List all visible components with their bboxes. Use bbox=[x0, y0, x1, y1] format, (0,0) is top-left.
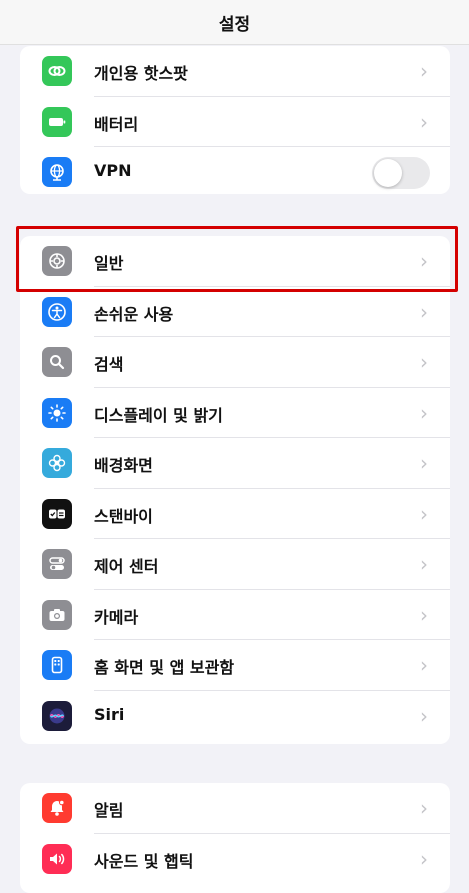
camera-icon bbox=[42, 599, 72, 630]
settings-row-label: 배경화면 bbox=[94, 456, 153, 475]
toggle-knob bbox=[374, 159, 402, 187]
vpn-toggle[interactable] bbox=[372, 157, 430, 189]
settings-row-control-center[interactable]: 제어 센터 › bbox=[20, 539, 450, 590]
chevron-right-icon: › bbox=[420, 602, 428, 627]
settings-row-home-screen[interactable]: 홈 화면 및 앱 보관함 › bbox=[20, 640, 450, 691]
settings-group-connectivity: 개인용 핫스팟 › 배터리 › VPN bbox=[20, 46, 450, 194]
accessibility-icon bbox=[42, 296, 72, 327]
settings-row-label: Siri bbox=[94, 704, 125, 724]
chevron-right-icon: › bbox=[420, 400, 428, 425]
settings-row-label: VPN bbox=[94, 161, 132, 180]
navigation-bar: 설정 bbox=[0, 0, 469, 45]
settings-row-hotspot[interactable]: 개인용 핫스팟 › bbox=[20, 46, 450, 97]
settings-row-standby[interactable]: 스탠바이 › bbox=[20, 489, 450, 539]
settings-row-search[interactable]: 검색 › bbox=[20, 337, 450, 388]
chevron-right-icon: › bbox=[420, 109, 428, 134]
settings-row-accessibility[interactable]: 손쉬운 사용 › bbox=[20, 287, 450, 337]
settings-row-siri[interactable]: Siri › bbox=[20, 691, 450, 742]
settings-row-notifications[interactable]: 알림 › bbox=[20, 783, 450, 834]
settings-row-display-brightness[interactable]: 디스플레이 및 밝기 › bbox=[20, 388, 450, 438]
search-icon bbox=[42, 347, 72, 377]
brightness-icon bbox=[42, 397, 72, 428]
chevron-right-icon: › bbox=[420, 552, 428, 576]
settings-row-wallpaper[interactable]: 배경화면 › bbox=[20, 438, 450, 489]
control-center-icon bbox=[42, 549, 72, 579]
home-screen-icon bbox=[42, 650, 72, 680]
chevron-right-icon: › bbox=[420, 703, 428, 728]
siri-icon bbox=[42, 700, 72, 731]
page-title: 설정 bbox=[218, 15, 251, 35]
settings-group-general: 일반 › 손쉬운 사용 › 검색 › 디스플레이 및 밝기 › 배경화면 › 스… bbox=[20, 236, 450, 744]
chevron-right-icon: › bbox=[420, 846, 428, 871]
wallpaper-flower-icon bbox=[42, 448, 72, 478]
settings-row-label: 카메라 bbox=[94, 607, 139, 627]
settings-row-label: 개인용 핫스팟 bbox=[94, 64, 188, 83]
chevron-right-icon: › bbox=[420, 299, 428, 324]
chevron-right-icon: › bbox=[420, 249, 428, 273]
settings-row-battery[interactable]: 배터리 › bbox=[20, 97, 450, 147]
settings-row-vpn[interactable]: VPN bbox=[20, 147, 450, 194]
standby-icon bbox=[42, 498, 72, 529]
settings-row-label: 디스플레이 및 밝기 bbox=[94, 405, 223, 425]
vpn-globe-icon bbox=[42, 157, 72, 187]
settings-row-label: 손쉬운 사용 bbox=[94, 304, 174, 324]
sound-icon bbox=[42, 843, 72, 874]
chevron-right-icon: › bbox=[420, 796, 428, 820]
settings-row-label: 일반 bbox=[94, 254, 124, 273]
settings-row-label: 스탠바이 bbox=[94, 506, 153, 526]
hotspot-icon bbox=[42, 56, 72, 86]
chevron-right-icon: › bbox=[420, 59, 428, 83]
settings-row-label: 제어 센터 bbox=[94, 557, 159, 576]
settings-row-label: 사운드 및 햅틱 bbox=[94, 851, 194, 871]
settings-row-label: 배터리 bbox=[94, 114, 139, 134]
battery-icon bbox=[42, 106, 72, 137]
settings-row-general[interactable]: 일반 › bbox=[20, 236, 450, 287]
settings-row-label: 알림 bbox=[94, 801, 124, 820]
notifications-icon bbox=[42, 793, 72, 823]
settings-row-label: 홈 화면 및 앱 보관함 bbox=[94, 658, 235, 677]
settings-row-label: 검색 bbox=[94, 355, 124, 374]
chevron-right-icon: › bbox=[420, 653, 428, 677]
chevron-right-icon: › bbox=[420, 451, 428, 475]
chevron-right-icon: › bbox=[420, 501, 428, 526]
settings-row-camera[interactable]: 카메라 › bbox=[20, 590, 450, 640]
gear-icon bbox=[42, 246, 72, 276]
settings-row-sound-haptics[interactable]: 사운드 및 햅틱 › bbox=[20, 834, 450, 885]
chevron-right-icon: › bbox=[420, 350, 428, 374]
